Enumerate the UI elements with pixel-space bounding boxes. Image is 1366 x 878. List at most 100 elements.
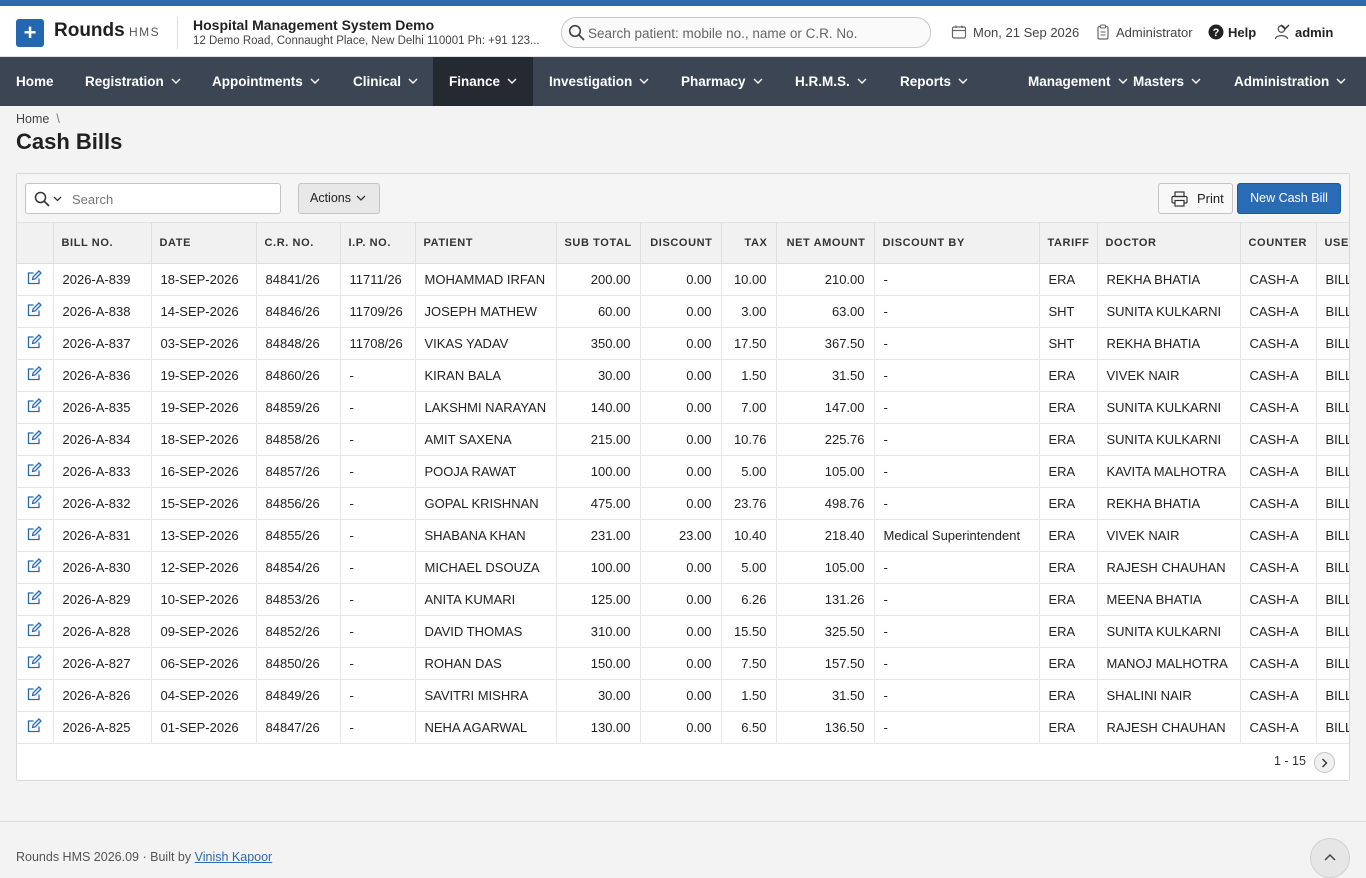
footer-version: Rounds HMS 2026.09 bbox=[16, 850, 139, 864]
table-row: 2026-A-834 18-SEP-2026 84858/26- AMIT SAXEN… bbox=[17, 423, 1349, 456]
print-button[interactable]: Print bbox=[1158, 183, 1233, 214]
cell-i-p-no: 11708/26 bbox=[340, 327, 416, 360]
nav-item-masters[interactable]: Masters bbox=[1117, 57, 1218, 106]
report-search[interactable] bbox=[25, 183, 281, 214]
cell-discount-by: - bbox=[874, 391, 1040, 424]
edit-cell[interactable] bbox=[17, 327, 54, 360]
column-header-discount[interactable]: DISCOUNT bbox=[640, 223, 722, 264]
cell-date: 06-SEP-2026 bbox=[151, 647, 257, 680]
plus-icon[interactable]: + bbox=[16, 19, 44, 47]
column-header-discount-by[interactable]: DISCOUNT BY bbox=[874, 223, 1040, 264]
edit-cell[interactable] bbox=[17, 263, 54, 296]
edit-cell[interactable] bbox=[17, 679, 54, 712]
edit-icon[interactable] bbox=[27, 590, 42, 605]
column-header-user[interactable]: USER bbox=[1316, 223, 1349, 264]
column-header-c-r-no[interactable]: C.R. NO. bbox=[256, 223, 341, 264]
edit-icon[interactable] bbox=[27, 462, 42, 477]
user-menu[interactable]: admin bbox=[1274, 24, 1333, 40]
column-header-counter[interactable]: COUNTER bbox=[1240, 223, 1317, 264]
edit-icon[interactable] bbox=[27, 686, 42, 701]
edit-icon[interactable] bbox=[27, 334, 42, 349]
nav-item-pharmacy[interactable]: Pharmacy bbox=[665, 57, 779, 106]
column-header-patient[interactable]: PATIENT bbox=[415, 223, 557, 264]
next-page-button[interactable] bbox=[1314, 752, 1335, 773]
edit-icon[interactable] bbox=[27, 654, 42, 669]
table-row: 2026-A-838 14-SEP-2026 84846/26 11709/26 JOS… bbox=[17, 295, 1349, 328]
nav-item-investigation[interactable]: Investigation bbox=[533, 57, 665, 106]
role-indicator[interactable]: Administrator bbox=[1096, 24, 1193, 40]
edit-icon[interactable] bbox=[27, 430, 42, 445]
nav-item-clinical[interactable]: Clinical bbox=[337, 57, 433, 106]
cell-i-p-no: - bbox=[340, 391, 416, 424]
cell-date: 15-SEP-2026 bbox=[151, 487, 257, 520]
edit-icon[interactable] bbox=[27, 718, 42, 733]
column-header-tax[interactable]: TAX bbox=[721, 223, 777, 264]
cell-discount: 0.00 bbox=[640, 679, 722, 712]
cell-tax: 7.00 bbox=[721, 391, 777, 424]
cell-patient: KIRAN BALA bbox=[415, 359, 557, 392]
nav-item-registration[interactable]: Registration bbox=[69, 57, 196, 106]
patient-search-input[interactable] bbox=[586, 22, 916, 44]
edit-cell[interactable] bbox=[17, 359, 54, 392]
edit-cell[interactable] bbox=[17, 295, 54, 328]
cell-c-r-no: 84854/26 bbox=[256, 551, 341, 584]
cell-counter: CASH-A bbox=[1240, 647, 1317, 680]
search-icon[interactable] bbox=[34, 191, 50, 207]
nav-item-h-r-m-s[interactable]: H.R.M.S. bbox=[779, 57, 884, 106]
scroll-to-top-button[interactable] bbox=[1310, 838, 1350, 878]
column-header-tariff[interactable]: TARIFF bbox=[1039, 223, 1098, 264]
cell-sub-total: 100.00 bbox=[556, 551, 641, 584]
cell-net-amount: 498.76 bbox=[776, 487, 875, 520]
cell-sub-total: 200.00 bbox=[556, 263, 641, 296]
edit-cell[interactable] bbox=[17, 487, 54, 520]
column-header-bill-no[interactable]: BILL NO. bbox=[53, 223, 152, 264]
nav-item-management[interactable]: Management bbox=[1012, 57, 1128, 106]
printer-icon bbox=[1171, 191, 1188, 207]
edit-icon[interactable] bbox=[27, 270, 42, 285]
cell-doctor: REKHA BHATIA bbox=[1097, 263, 1241, 296]
cell-discount-by: - bbox=[874, 615, 1040, 648]
edit-cell[interactable] bbox=[17, 583, 54, 616]
edit-cell[interactable] bbox=[17, 615, 54, 648]
help-link[interactable]: ? Help bbox=[1208, 24, 1256, 40]
cell-discount: 0.00 bbox=[640, 583, 722, 616]
breadcrumb-home[interactable]: Home bbox=[16, 112, 49, 126]
edit-cell[interactable] bbox=[17, 551, 54, 584]
edit-icon[interactable] bbox=[27, 398, 42, 413]
chevron-down-icon[interactable] bbox=[53, 196, 62, 202]
edit-cell[interactable] bbox=[17, 519, 54, 552]
edit-cell[interactable] bbox=[17, 711, 54, 744]
new-cash-bill-button[interactable]: New Cash Bill bbox=[1237, 183, 1341, 214]
edit-icon[interactable] bbox=[27, 366, 42, 381]
report-search-input[interactable] bbox=[70, 189, 270, 209]
cell-i-p-no: 11709/26 bbox=[340, 295, 416, 328]
edit-cell[interactable] bbox=[17, 391, 54, 424]
nav-item-appointments[interactable]: Appointments bbox=[196, 57, 337, 106]
nav-item-finance[interactable]: Finance bbox=[433, 57, 533, 106]
cell-tax: 15.50 bbox=[721, 615, 777, 648]
column-header-net-amount[interactable]: NET AMOUNT bbox=[776, 223, 875, 264]
cell-tariff: ERA bbox=[1039, 551, 1098, 584]
column-header-doctor[interactable]: DOCTOR bbox=[1097, 223, 1241, 264]
column-header-i-p-no[interactable]: I.P. NO. bbox=[340, 223, 416, 264]
column-header-date[interactable]: DATE bbox=[151, 223, 257, 264]
cell-tax: 10.76 bbox=[721, 423, 777, 456]
edit-cell[interactable] bbox=[17, 423, 54, 456]
patient-search[interactable] bbox=[561, 17, 931, 48]
organization-address: 12 Demo Road, Connaught Place, New Delhi… bbox=[193, 35, 540, 47]
brand-name[interactable]: Rounds bbox=[54, 20, 125, 42]
footer-author-link[interactable]: Vinish Kapoor bbox=[195, 850, 273, 864]
edit-icon[interactable] bbox=[27, 302, 42, 317]
column-header-sub-total[interactable]: SUB TOTAL bbox=[556, 223, 641, 264]
cell-net-amount: 225.76 bbox=[776, 423, 875, 456]
edit-cell[interactable] bbox=[17, 647, 54, 680]
nav-item-administration[interactable]: Administration bbox=[1218, 57, 1366, 106]
edit-icon[interactable] bbox=[27, 558, 42, 573]
edit-icon[interactable] bbox=[27, 526, 42, 541]
edit-icon[interactable] bbox=[27, 622, 42, 637]
nav-item-home[interactable]: Home bbox=[0, 57, 69, 106]
edit-cell[interactable] bbox=[17, 455, 54, 488]
actions-button[interactable]: Actions bbox=[298, 183, 380, 214]
nav-item-reports[interactable]: Reports bbox=[884, 57, 1012, 106]
edit-icon[interactable] bbox=[27, 494, 42, 509]
